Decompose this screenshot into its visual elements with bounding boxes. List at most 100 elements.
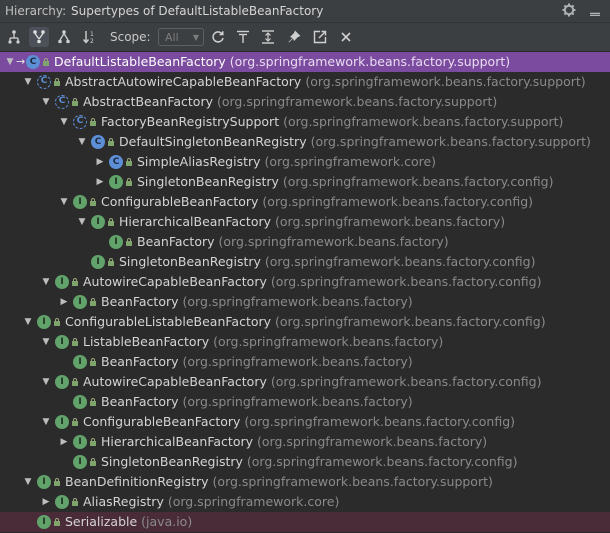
interface-icon: I: [73, 295, 87, 309]
collapse-arrow-icon[interactable]: ▼: [76, 212, 88, 232]
tree-row[interactable]: I BeanFactory (org.springframework.beans.…: [0, 352, 610, 372]
supertypes-hierarchy-button[interactable]: [29, 27, 49, 47]
chevron-down-icon: ▼: [192, 33, 199, 42]
expand-all-icon: [262, 30, 274, 44]
type-package: (org.springframework.beans.factory): [213, 334, 444, 349]
public-visibility-icon: [72, 498, 78, 506]
type-name: AutowireCapableBeanFactory: [83, 374, 267, 389]
tree-row[interactable]: ▶ I AliasRegistry (org.springframework.cor…: [0, 492, 610, 512]
scope-dropdown[interactable]: All ▼: [158, 28, 204, 46]
type-name: SingletonBeanRegistry: [137, 174, 279, 189]
expand-arrow-icon[interactable]: ▶: [58, 432, 70, 452]
collapse-arrow-icon[interactable]: ▼: [22, 312, 34, 332]
hide-panel-icon[interactable]: [587, 0, 603, 22]
interface-icon: I: [55, 275, 69, 289]
collapse-arrow-icon[interactable]: ▼: [40, 372, 52, 392]
collapse-arrow-icon[interactable]: ▼: [76, 132, 88, 152]
tree-row[interactable]: ▼ I ConfigurableListableBeanFactory (org.s…: [0, 312, 610, 332]
autoscroll-to-source-button[interactable]: [233, 27, 253, 47]
type-label: HierarchicalBeanFactory (org.springframe…: [119, 212, 505, 232]
type-package: (java.io): [141, 514, 193, 529]
expand-arrow-icon[interactable]: ▶: [40, 492, 52, 512]
type-package: (org.springframework.beans.factory): [218, 234, 449, 249]
type-package: (org.springframework.beans.factory): [182, 354, 413, 369]
tree-row[interactable]: ▼ I AutowireCapableBeanFactory (org.spring…: [0, 372, 610, 392]
public-visibility-icon: [90, 358, 96, 366]
public-visibility-icon: [54, 518, 60, 526]
type-label: BeanDefinitionRegistry (org.springframew…: [65, 472, 493, 492]
collapse-arrow-icon[interactable]: ▼: [22, 72, 34, 92]
tree-row[interactable]: ▼ → C DefaultListableBeanFactory (org.sprin…: [0, 52, 610, 72]
tree-row[interactable]: ▶ I BeanFactory (org.springframework.beans…: [0, 292, 610, 312]
public-visibility-icon: [126, 178, 132, 186]
interface-icon: I: [55, 495, 69, 509]
type-name: HierarchicalBeanFactory: [119, 214, 272, 229]
public-visibility-icon: [43, 58, 49, 66]
type-package: (org.springframework.beans.factory.confi…: [244, 414, 516, 429]
hierarchy-toolbar: 1 2 Scope: All ▼: [0, 23, 610, 52]
tree-row[interactable]: I BeanFactory (org.springframework.beans.…: [0, 392, 610, 412]
collapse-arrow-icon[interactable]: ▼: [40, 272, 52, 292]
refresh-button[interactable]: [208, 27, 228, 47]
class-icon: C: [26, 55, 40, 69]
tree-row[interactable]: I BeanFactory (org.springframework.beans.…: [0, 232, 610, 252]
pin-tab-button[interactable]: [284, 27, 304, 47]
export-button[interactable]: [310, 27, 330, 47]
tree-row[interactable]: I SingletonBeanRegistry (org.springframew…: [0, 252, 610, 272]
type-label: SingletonBeanRegistry (org.springframewo…: [137, 172, 554, 192]
gear-icon[interactable]: [561, 0, 577, 22]
tree-row[interactable]: I SingletonBeanRegistry (org.springframew…: [0, 452, 610, 472]
tree-row[interactable]: ▼ I ListableBeanFactory (org.springframewo…: [0, 332, 610, 352]
subtypes-hierarchy-button[interactable]: [54, 27, 74, 47]
type-hierarchy-button[interactable]: [4, 27, 24, 47]
public-visibility-icon: [90, 298, 96, 306]
scope-value: All: [165, 31, 179, 44]
collapse-arrow-icon[interactable]: ▼: [58, 112, 70, 132]
tree-row[interactable]: ▼ C FactoryBeanRegistrySupport (org.spring…: [0, 112, 610, 132]
type-package: (org.springframework.beans.factory.suppo…: [212, 474, 493, 489]
autoscroll-icon: [237, 30, 249, 43]
expand-arrow-icon[interactable]: ▶: [94, 152, 106, 172]
tree-row[interactable]: ▼ I AutowireCapableBeanFactory (org.spring…: [0, 272, 610, 292]
expand-arrow-icon[interactable]: ▶: [58, 292, 70, 312]
tree-row[interactable]: ▼ C DefaultSingletonBeanRegistry (org.spri…: [0, 132, 610, 152]
collapse-arrow-icon[interactable]: ▼: [40, 332, 52, 352]
type-name: AbstractAutowireCapableBeanFactory: [65, 74, 302, 89]
expand-all-button[interactable]: [258, 27, 278, 47]
tree-row[interactable]: ▼ I HierarchicalBeanFactory (org.springfra…: [0, 212, 610, 232]
tree-row[interactable]: ▼ C AbstractBeanFactory (org.springframewo…: [0, 92, 610, 112]
type-package: (org.springframework.beans.factory.confi…: [282, 174, 554, 189]
collapse-arrow-icon[interactable]: ▼: [22, 472, 34, 492]
tree-row[interactable]: ▼ I ConfigurableBeanFactory (org.springfra…: [0, 412, 610, 432]
expand-arrow-icon[interactable]: ▶: [94, 172, 106, 192]
interface-icon: I: [73, 195, 87, 209]
tree-row[interactable]: ▶ I HierarchicalBeanFactory (org.springfra…: [0, 432, 610, 452]
collapse-arrow-icon[interactable]: ▼: [4, 52, 16, 72]
type-label: AliasRegistry (org.springframework.core): [83, 492, 339, 512]
public-visibility-icon: [126, 158, 132, 166]
interface-icon: I: [109, 175, 123, 189]
collapse-arrow-icon[interactable]: ▼: [40, 412, 52, 432]
abstract-class-icon: C: [37, 75, 51, 89]
interface-icon: I: [91, 215, 105, 229]
public-visibility-icon: [72, 418, 78, 426]
interface-icon: I: [73, 395, 87, 409]
close-button[interactable]: [336, 27, 356, 47]
type-package: (org.springframework.beans.factory): [182, 394, 413, 409]
type-label: DefaultSingletonBeanRegistry (org.spring…: [119, 132, 591, 152]
tree-row[interactable]: ▼ C AbstractAutowireCapableBeanFactory (or…: [0, 72, 610, 92]
abstract-class-icon: C: [55, 95, 69, 109]
collapse-arrow-icon[interactable]: ▼: [58, 192, 70, 212]
interface-icon: I: [55, 415, 69, 429]
type-label: ConfigurableBeanFactory (org.springframe…: [101, 192, 533, 212]
type-label: BeanFactory (org.springframework.beans.f…: [137, 232, 449, 252]
tree-row[interactable]: I Serializable (java.io): [0, 512, 610, 532]
tree-row[interactable]: ▶ I SingletonBeanRegistry (org.springframe…: [0, 172, 610, 192]
hierarchy-tree[interactable]: ▼ → C DefaultListableBeanFactory (org.sprin…: [0, 52, 610, 533]
scope-label: Scope:: [110, 30, 151, 44]
sort-alphabetically-button[interactable]: 1 2: [80, 27, 100, 47]
tree-row[interactable]: ▼ I BeanDefinitionRegistry (org.springfram…: [0, 472, 610, 492]
collapse-arrow-icon[interactable]: ▼: [40, 92, 52, 112]
tree-row[interactable]: ▼ I ConfigurableBeanFactory (org.springfra…: [0, 192, 610, 212]
tree-row[interactable]: ▶ C SimpleAliasRegistry (org.springframewo…: [0, 152, 610, 172]
